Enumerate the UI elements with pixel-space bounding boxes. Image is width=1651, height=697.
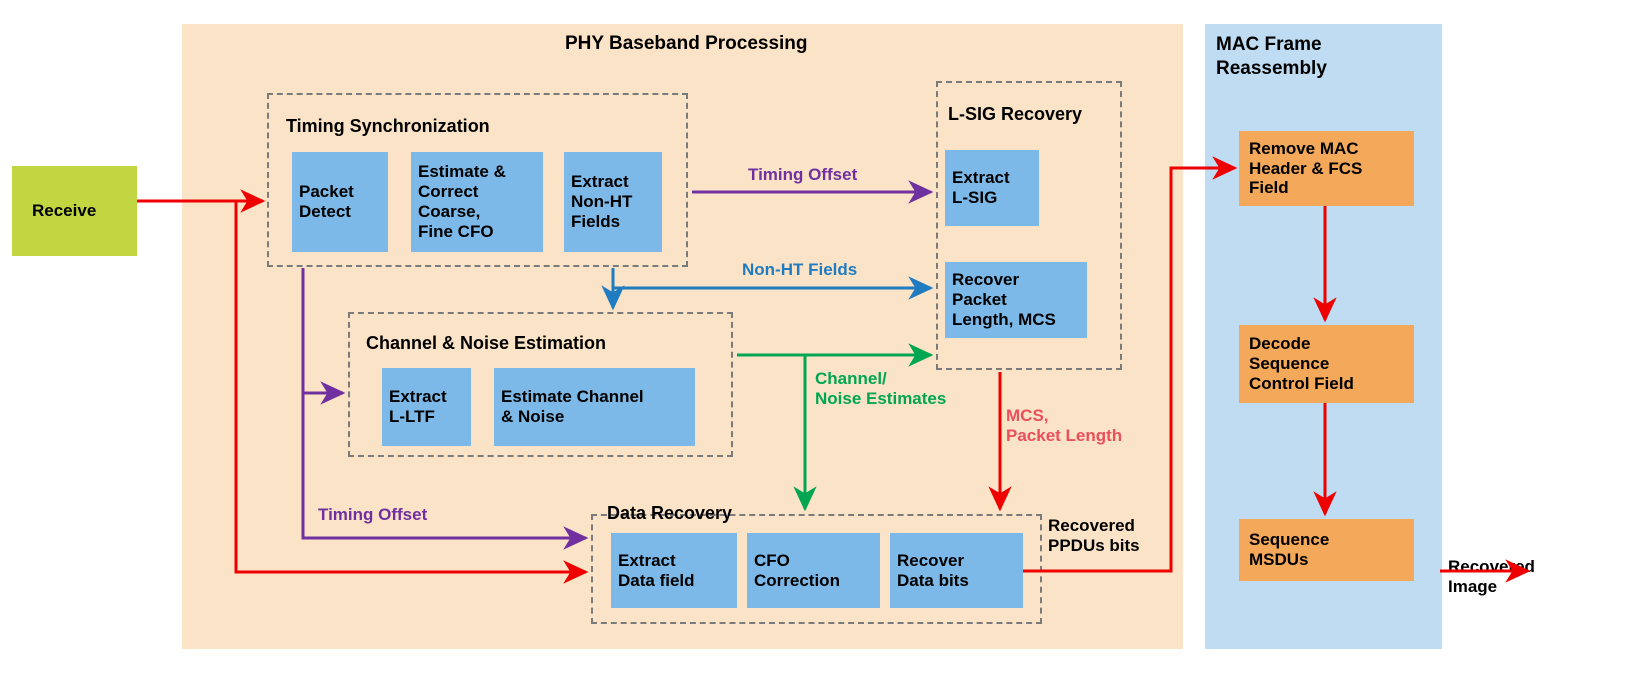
arrow-recovered-ppdus-to-mac [1023,156,1238,573]
arrow-timing-offset-to-data-recovery [301,393,589,550]
arrow-non-ht-fields-to-lsig [611,268,934,300]
arrow-receive-branch-to-data-recovery [234,201,589,584]
arrow-packet-detect-to-channel-noise [301,268,346,405]
connectors-layer [137,156,1531,584]
diagram-canvas: PHY Baseband Processing MAC Frame Reasse… [0,0,1651,697]
